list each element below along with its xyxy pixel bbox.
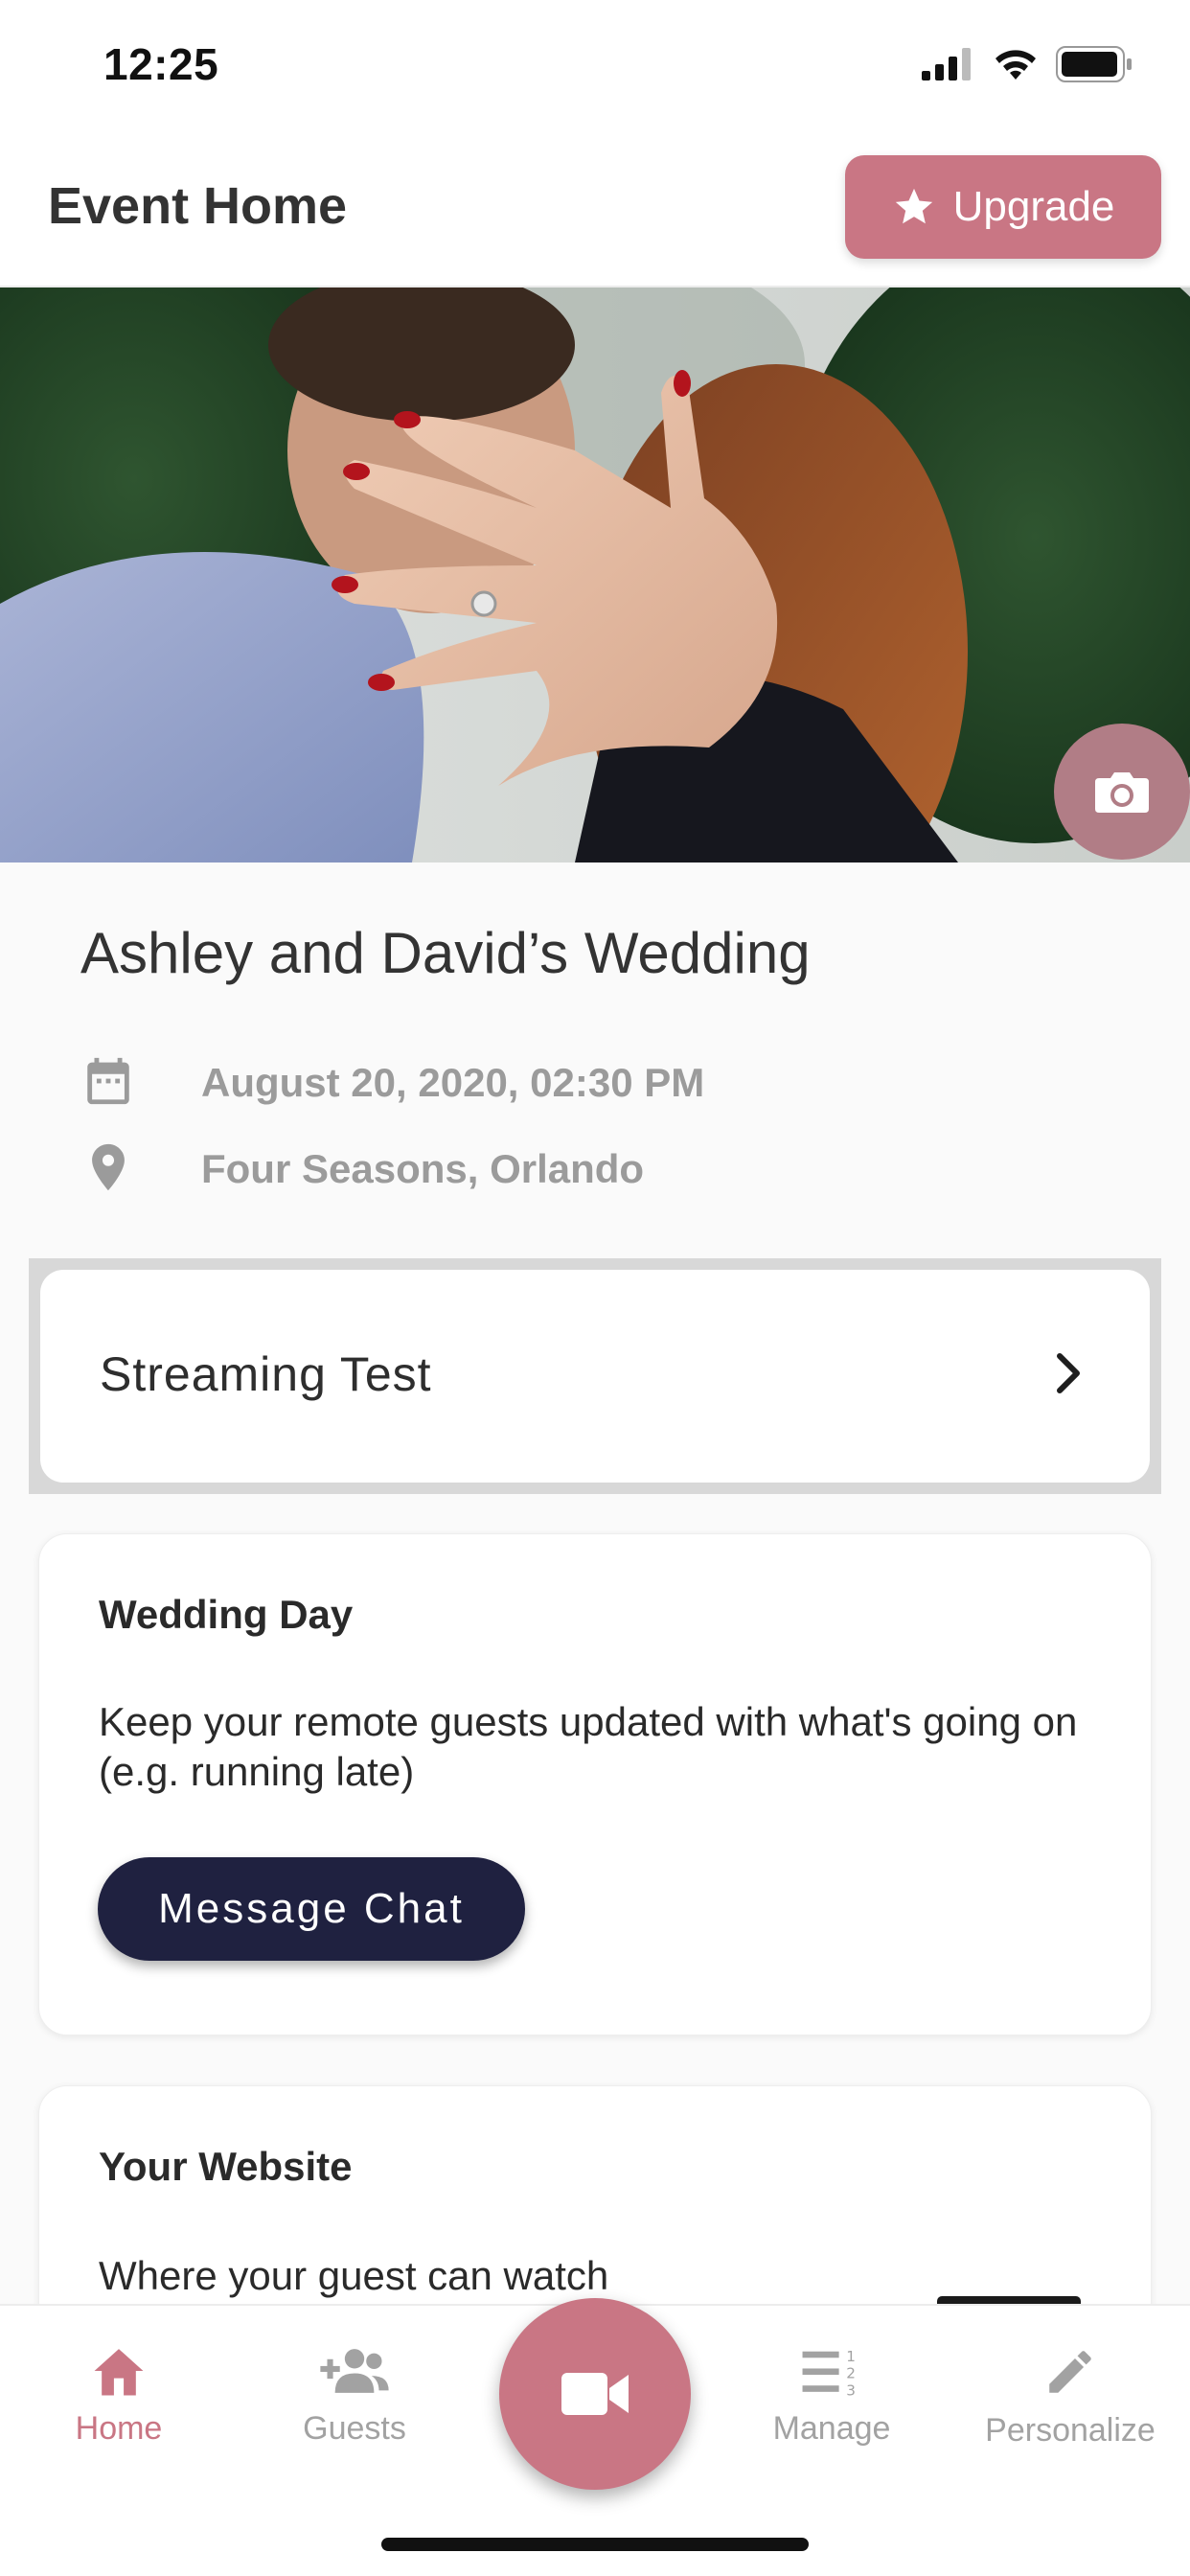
streaming-test-label: Streaming Test [100,1347,432,1401]
upgrade-label: Upgrade [952,183,1115,230]
pencil-icon [1049,2351,1091,2393]
tab-guests-label: Guests [303,2410,406,2447]
go-live-video-button[interactable] [499,2298,691,2490]
event-date-row: August 20, 2020, 02:30 PM [80,1052,704,1110]
calendar-icon [87,1057,129,1105]
wifi-icon [995,50,1036,80]
tab-home[interactable]: Home [23,2344,215,2448]
status-bar: 12:25 [0,0,1190,134]
location-pin-icon [92,1143,125,1191]
event-date: August 20, 2020, 02:30 PM [201,1060,705,1105]
upgrade-button[interactable]: Upgrade [845,155,1161,259]
event-location: Four Seasons, Orlando [201,1146,645,1191]
tab-personalize[interactable]: Personalize [974,2344,1166,2450]
battery-icon [1056,46,1132,82]
tab-guests[interactable]: Guests [259,2344,450,2448]
app-header: Event Home Upgrade [0,134,1190,288]
message-chat-button[interactable]: Message Chat [98,1857,525,1961]
tab-home-label: Home [75,2410,163,2447]
ordered-list-icon: 1 2 3 [802,2348,856,2399]
home-icon [94,2349,144,2396]
tab-personalize-label: Personalize [985,2412,1156,2449]
your-website-description: Where your guest can watch [99,2253,609,2298]
streaming-test-card[interactable]: Streaming Test [40,1270,1150,1483]
camera-icon [1095,772,1149,813]
tab-manage-label: Manage [772,2410,891,2447]
event-title: Ashley and David’s Wedding [80,921,811,985]
home-indicator [381,2538,809,2551]
wedding-day-description: Keep your remote guests updated with wha… [99,1699,1078,1794]
change-photo-button[interactable] [1054,724,1190,860]
page-title: Event Home [48,177,348,235]
your-website-title: Your Website [99,2144,353,2189]
status-time: 12:25 [103,39,219,89]
tab-manage[interactable]: 1 2 3 Manage [736,2344,927,2448]
status-icons [922,46,1133,82]
event-location-row: Four Seasons, Orlando [80,1137,644,1198]
video-camera-icon [561,2373,629,2415]
cover-photo [0,288,1190,862]
svg-text:3: 3 [846,2381,856,2398]
streaming-test-container: Streaming Test [29,1258,1161,1494]
signal-icon [922,48,971,80]
wedding-day-title: Wedding Day [99,1592,354,1637]
chevron-right-icon [1057,1353,1080,1393]
svg-text:1: 1 [846,2348,856,2365]
star-icon [895,188,932,224]
svg-text:2: 2 [846,2365,856,2382]
add-guests-icon [320,2349,389,2393]
